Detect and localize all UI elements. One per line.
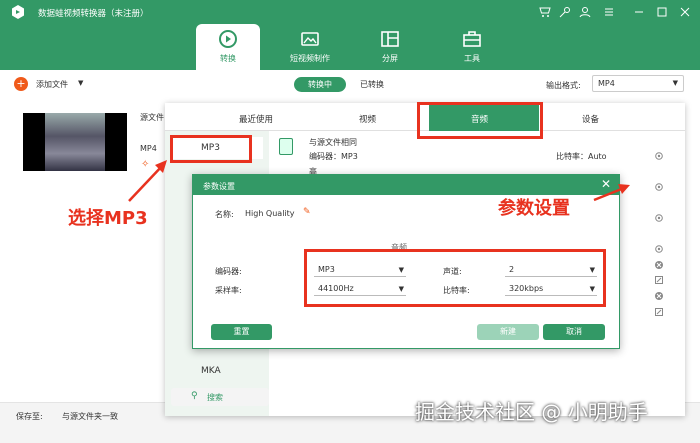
watermark: 掘金技术社区 @ 小明助手 [415,400,648,424]
save-to-path[interactable]: 与源文件夹一致 [62,411,118,422]
status-segment: 转换中 已转换 [294,77,424,92]
title-bar: 数据蛙视频转换器（未注册） [0,0,700,24]
gear-icon[interactable] [654,244,664,254]
quality-name: 与源文件相同 [309,138,357,147]
annotation-param-settings: 参数设置 [498,198,570,219]
tab-video[interactable]: 视频 [359,113,376,125]
highlight-settings [304,249,606,307]
close-icon[interactable] [677,4,693,20]
output-format-label: 输出格式: [546,81,581,90]
gear-icon[interactable] [654,213,664,223]
video-thumbnail[interactable] [23,113,127,171]
sample-rate-label: 采样率: [215,286,242,295]
tab-recent[interactable]: 最近使用 [239,113,273,125]
tab-convert[interactable]: 转换 [196,24,260,70]
delete-icon[interactable] [654,291,664,301]
tab-label: 工具 [464,54,480,63]
format-search[interactable]: ⚲ 搜索 [171,388,269,406]
source-format: MP4 [140,144,157,153]
cancel-button[interactable]: 取消 [543,324,605,340]
toolbox-icon [463,31,481,47]
save-to-label: 保存至: [16,412,43,421]
output-format-select[interactable]: MP4 ▼ [592,75,684,92]
dialog-header: 参数设置 ✕ [193,175,619,195]
highlight-mp3 [170,135,252,163]
app-logo-icon [12,5,24,19]
tab-tools[interactable]: 工具 [440,24,504,70]
gear-icon[interactable] [654,182,664,192]
key-icon[interactable] [557,4,573,20]
output-format-value: MP4 [598,79,615,88]
minimize-icon[interactable] [631,4,647,20]
name-label: 名称: [215,210,234,219]
format-item-mka[interactable]: MKA [171,360,263,382]
add-file-label: 添加文件 [36,80,68,89]
quality-encoder: 编码器：MP3 [309,152,358,161]
quality-row[interactable]: 与源文件相同 编码器：MP3 比特率：Auto 高 [269,135,685,176]
caret-down-icon[interactable]: ▼ [78,79,83,87]
video-maker-icon [301,32,319,46]
segment-converted[interactable]: 已转换 [360,77,400,92]
segment-converting[interactable]: 转换中 [294,77,346,92]
quality-bitrate: 比特率：Auto [556,152,607,161]
source-file-label: 源文件 [140,113,164,122]
name-value: High Quality [245,209,295,218]
chevron-down-icon: ▼ [672,79,678,87]
delete-icon[interactable] [654,260,664,270]
edit-icon[interactable] [654,307,664,317]
search-label: 搜索 [207,393,223,402]
tab-label: 短视频制作 [290,54,330,63]
highlight-audio-tab [417,102,543,139]
maximize-icon[interactable] [654,4,670,20]
split-screen-icon [381,31,399,47]
window-title: 数据蛙视频转换器（未注册） [38,9,149,19]
search-icon: ⚲ [191,391,198,401]
tab-split-screen[interactable]: 分屏 [358,24,422,70]
arrow-annotation [128,160,167,202]
tab-device[interactable]: 设备 [582,113,599,125]
tab-video-maker[interactable]: 短视频制作 [278,24,342,70]
gear-icon[interactable] [654,151,664,161]
reset-button[interactable]: 重置 [211,324,272,340]
top-nav [0,24,700,70]
user-icon[interactable] [577,4,593,20]
cart-icon[interactable] [537,4,553,20]
plus-icon: + [14,77,28,91]
annotation-select-mp3: 选择MP3 [68,208,148,229]
pencil-icon[interactable]: ✎ [303,207,311,217]
arrow-annotation [593,184,630,202]
thumbnail-image [45,113,105,171]
convert-icon [219,30,237,48]
menu-icon[interactable] [601,4,617,20]
tab-label: 分屏 [382,54,398,63]
tab-label: 转换 [220,54,236,63]
file-copy-icon [279,138,293,155]
encoder-label: 编码器: [215,267,242,276]
new-button[interactable]: 新建 [477,324,539,340]
dialog-title: 参数设置 [203,182,235,191]
edit-icon[interactable] [654,275,664,285]
